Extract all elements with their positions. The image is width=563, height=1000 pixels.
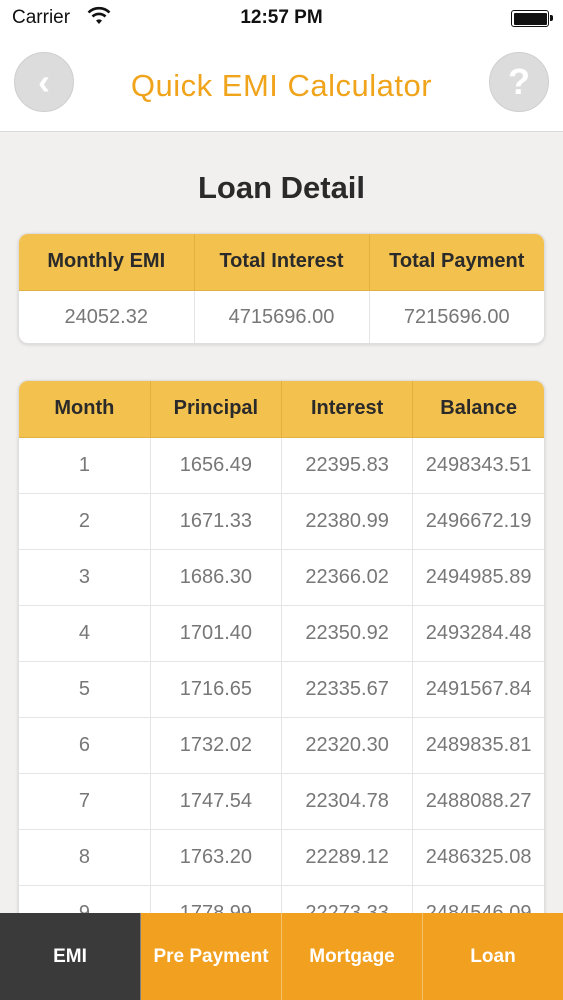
principal-cell: 1716.65 bbox=[150, 661, 283, 718]
clock: 12:57 PM bbox=[240, 7, 323, 28]
loan-summary-card: Monthly EMI Total Interest Total Payment… bbox=[18, 233, 545, 344]
tab-loan[interactable]: Loan bbox=[423, 913, 563, 1000]
header-principal: Principal bbox=[150, 381, 283, 438]
total-interest-value: 4715696.00 bbox=[194, 290, 370, 343]
month-cell: 1 bbox=[19, 437, 151, 494]
principal-cell: 1671.33 bbox=[150, 493, 283, 550]
header-monthly-emi: Monthly EMI bbox=[19, 234, 195, 291]
month-cell: 4 bbox=[19, 605, 151, 662]
interest-cell: 22395.83 bbox=[281, 437, 414, 494]
navigation-bar: ‹ Quick EMI Calculator ? bbox=[0, 36, 563, 132]
amortization-table: Month Principal Interest Balance 1 1656.… bbox=[19, 381, 544, 942]
table-row: 2 1671.33 22380.99 2496672.19 bbox=[19, 493, 544, 550]
interest-cell: 22320.30 bbox=[281, 717, 414, 774]
table-row: 4 1701.40 22350.92 2493284.48 bbox=[19, 605, 544, 662]
header-interest: Interest bbox=[281, 381, 414, 438]
amortization-schedule-card[interactable]: Month Principal Interest Balance 1 1656.… bbox=[18, 380, 545, 980]
interest-cell: 22380.99 bbox=[281, 493, 414, 550]
principal-cell: 1763.20 bbox=[150, 829, 283, 886]
app-title: Quick EMI Calculator bbox=[130, 68, 433, 103]
interest-cell: 22350.92 bbox=[281, 605, 414, 662]
month-cell: 7 bbox=[19, 773, 151, 830]
summary-header-row: Monthly EMI Total Interest Total Payment bbox=[19, 234, 544, 291]
battery-level-fill bbox=[513, 12, 547, 25]
summary-value-row: 24052.32 4715696.00 7215696.00 bbox=[19, 290, 544, 343]
principal-cell: 1686.30 bbox=[150, 549, 283, 606]
help-button[interactable]: ? bbox=[489, 52, 549, 112]
month-cell: 3 bbox=[19, 549, 151, 606]
bottom-tab-bar: EMI Pre Payment Mortgage Loan bbox=[0, 913, 563, 1000]
principal-cell: 1732.02 bbox=[150, 717, 283, 774]
month-cell: 8 bbox=[19, 829, 151, 886]
principal-cell: 1747.54 bbox=[150, 773, 283, 830]
interest-cell: 22289.12 bbox=[281, 829, 414, 886]
status-bar: Carrier 12:57 PM bbox=[0, 0, 563, 36]
month-cell: 6 bbox=[19, 717, 151, 774]
battery-icon bbox=[511, 10, 553, 27]
tab-pre-payment[interactable]: Pre Payment bbox=[141, 913, 282, 1000]
tab-mortgage[interactable]: Mortgage bbox=[282, 913, 423, 1000]
question-mark-icon: ? bbox=[508, 61, 530, 102]
table-row: 7 1747.54 22304.78 2488088.27 bbox=[19, 773, 544, 830]
month-cell: 5 bbox=[19, 661, 151, 718]
month-cell: 2 bbox=[19, 493, 151, 550]
balance-cell: 2489835.81 bbox=[412, 717, 544, 774]
balance-cell: 2486325.08 bbox=[412, 829, 544, 886]
interest-cell: 22366.02 bbox=[281, 549, 414, 606]
balance-cell: 2498343.51 bbox=[412, 437, 544, 494]
loan-summary-table: Monthly EMI Total Interest Total Payment… bbox=[19, 234, 544, 343]
monthly-emi-value: 24052.32 bbox=[19, 290, 195, 343]
balance-cell: 2491567.84 bbox=[412, 661, 544, 718]
schedule-header-row: Month Principal Interest Balance bbox=[19, 381, 544, 438]
principal-cell: 1656.49 bbox=[150, 437, 283, 494]
table-row: 1 1656.49 22395.83 2498343.51 bbox=[19, 437, 544, 494]
tab-emi[interactable]: EMI bbox=[0, 913, 141, 1000]
balance-cell: 2496672.19 bbox=[412, 493, 544, 550]
balance-cell: 2493284.48 bbox=[412, 605, 544, 662]
header-total-payment: Total Payment bbox=[369, 234, 544, 291]
interest-cell: 22304.78 bbox=[281, 773, 414, 830]
table-row: 6 1732.02 22320.30 2489835.81 bbox=[19, 717, 544, 774]
principal-cell: 1701.40 bbox=[150, 605, 283, 662]
table-row: 3 1686.30 22366.02 2494985.89 bbox=[19, 549, 544, 606]
interest-cell: 22335.67 bbox=[281, 661, 414, 718]
page-title: Loan Detail bbox=[197, 170, 366, 205]
total-payment-value: 7215696.00 bbox=[369, 290, 544, 343]
balance-cell: 2494985.89 bbox=[412, 549, 544, 606]
table-row: 8 1763.20 22289.12 2486325.08 bbox=[19, 829, 544, 886]
header-total-interest: Total Interest bbox=[194, 234, 370, 291]
table-row: 5 1716.65 22335.67 2491567.84 bbox=[19, 661, 544, 718]
balance-cell: 2488088.27 bbox=[412, 773, 544, 830]
header-balance: Balance bbox=[412, 381, 544, 438]
header-month: Month bbox=[19, 381, 151, 438]
